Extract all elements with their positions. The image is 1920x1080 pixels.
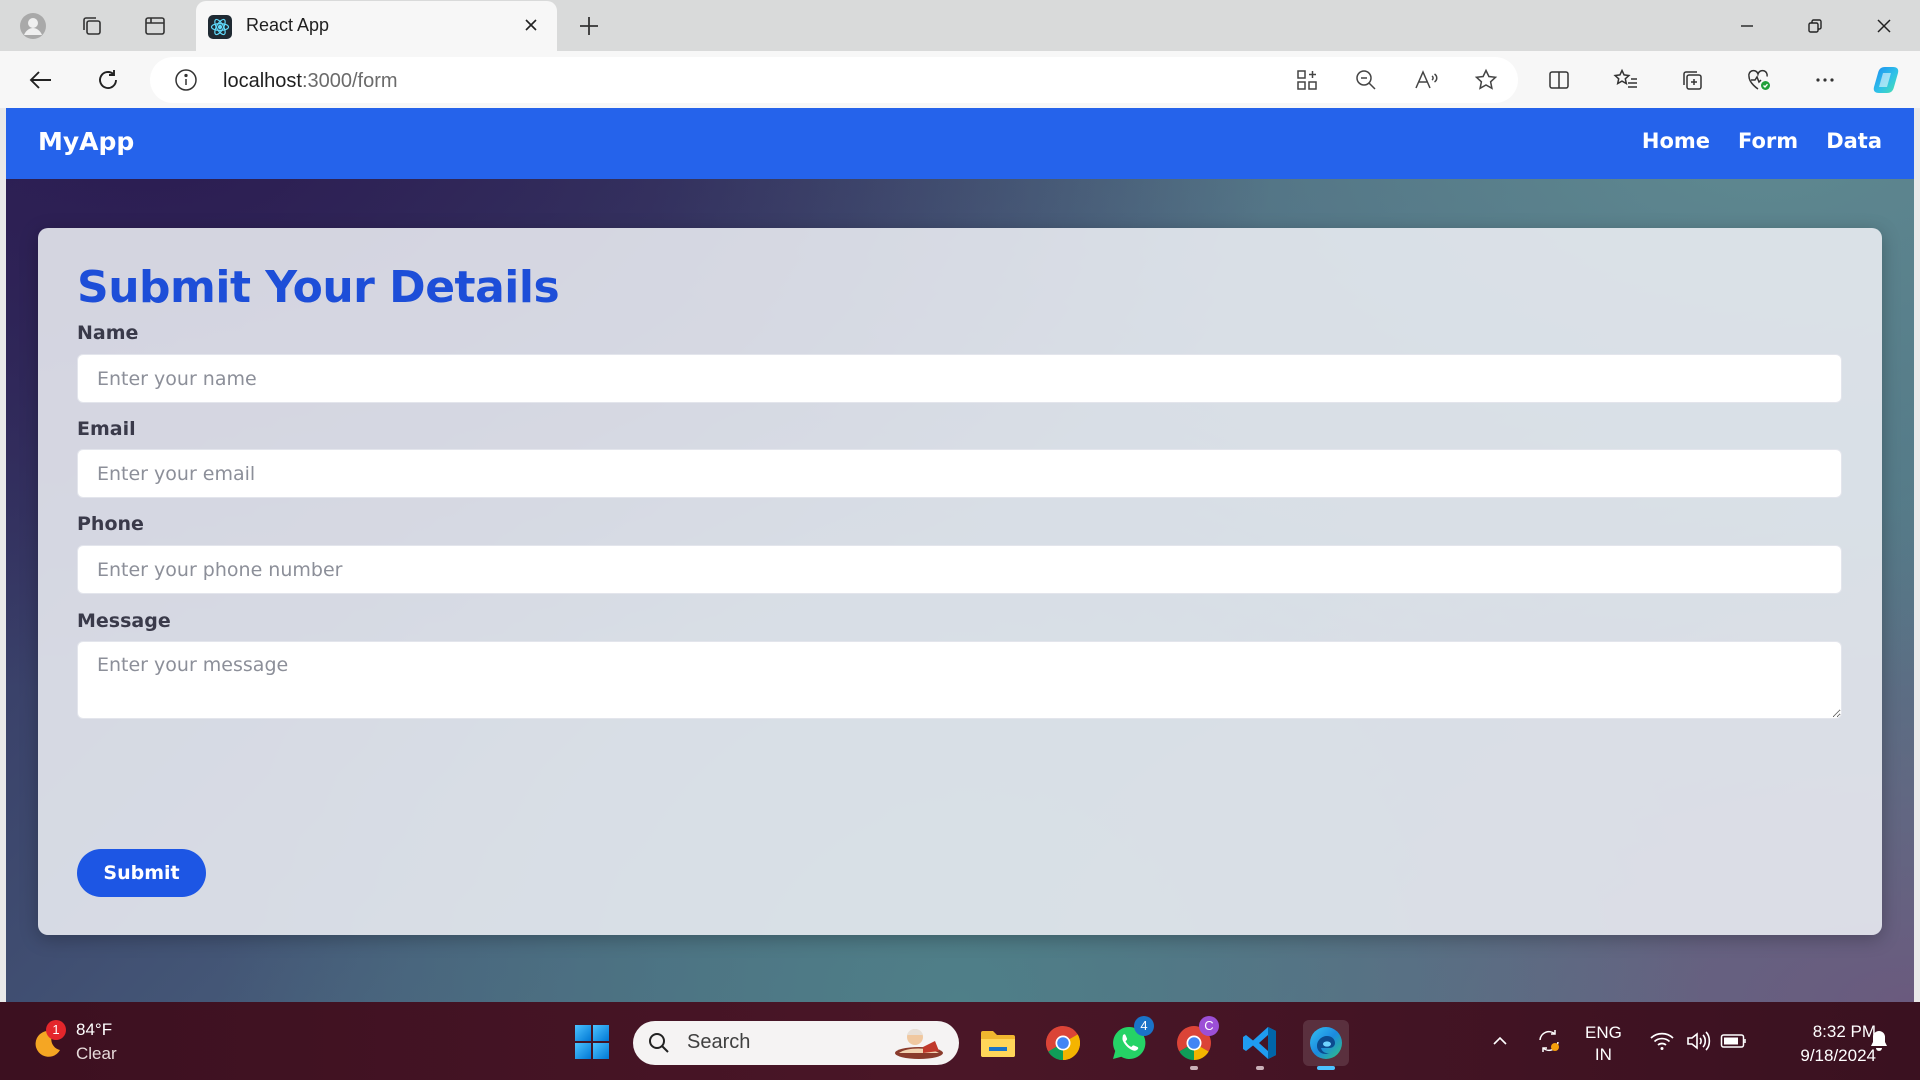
profile-avatar-icon[interactable]: [15, 8, 51, 44]
search-highlight-icon: [895, 1029, 943, 1059]
active-indicator: [1317, 1066, 1335, 1070]
zoom-out-icon[interactable]: [1347, 61, 1385, 99]
language-indicator[interactable]: ENG IN: [1585, 1022, 1622, 1066]
react-logo-icon: [208, 15, 232, 39]
running-indicator: [1190, 1066, 1198, 1070]
minimize-icon[interactable]: [1725, 8, 1769, 44]
chrome-profile-icon[interactable]: C: [1171, 1016, 1219, 1070]
wifi-icon[interactable]: [1647, 1026, 1677, 1056]
site-info-icon[interactable]: [174, 68, 198, 92]
weather-temp: 84°F: [76, 1020, 113, 1039]
tab-react-app[interactable]: React App: [196, 1, 557, 51]
battery-icon[interactable]: [1719, 1026, 1749, 1056]
nav-link-home[interactable]: Home: [1642, 129, 1710, 153]
message-label: Message: [77, 610, 171, 632]
windows-start-icon[interactable]: [574, 1024, 610, 1060]
show-hidden-icons-chevron-icon[interactable]: [1485, 1026, 1515, 1056]
browser-toolbar: localhost:3000/form: [0, 51, 1920, 108]
region-code: IN: [1594, 1045, 1612, 1064]
new-tab-icon[interactable]: [571, 8, 607, 44]
address-bar[interactable]: localhost:3000/form: [150, 57, 1518, 103]
clock-time: 8:32 PM: [1812, 1022, 1876, 1041]
browser-tab-strip: React App: [0, 0, 1920, 51]
url-path: :3000/form: [301, 70, 398, 92]
favorite-star-icon[interactable]: [1467, 61, 1505, 99]
name-field[interactable]: [77, 354, 1842, 403]
favorites-list-icon[interactable]: [1607, 61, 1645, 99]
submit-button[interactable]: Submit: [77, 849, 206, 897]
url-host: localhost: [223, 70, 302, 92]
whatsapp-icon[interactable]: 4: [1106, 1016, 1154, 1066]
workspaces-icon[interactable]: [74, 8, 110, 44]
email-label: Email: [77, 418, 136, 440]
tab-close-icon[interactable]: [519, 13, 543, 37]
edge-icon[interactable]: [1303, 1020, 1349, 1070]
email-field[interactable]: [77, 449, 1842, 498]
weather-widget[interactable]: 1 84°F Clear: [26, 1016, 146, 1066]
phone-label: Phone: [77, 513, 144, 535]
running-indicator: [1256, 1066, 1264, 1070]
weather-badge: 1: [46, 1020, 66, 1040]
nav-links: Home Form Data: [1642, 129, 1882, 153]
weather-condition: Clear: [76, 1044, 117, 1063]
page-background: MyApp Home Form Data Submit Your Details…: [6, 108, 1914, 1002]
language-code: ENG: [1585, 1023, 1622, 1042]
system-clock[interactable]: 8:32 PM 9/18/2024: [1770, 1020, 1876, 1068]
name-label: Name: [77, 322, 139, 344]
address-url[interactable]: localhost:3000/form: [223, 70, 398, 93]
restore-icon[interactable]: [1793, 8, 1837, 44]
form-card: Submit Your Details Name Email Phone Mes…: [38, 228, 1882, 935]
file-explorer-icon[interactable]: [975, 1020, 1021, 1066]
app-navbar: MyApp Home Form Data: [6, 108, 1914, 179]
copilot-icon[interactable]: [1867, 61, 1905, 99]
search-label: Search: [687, 1031, 751, 1053]
phone-field[interactable]: [77, 545, 1842, 594]
message-textarea[interactable]: [77, 641, 1842, 719]
browser-essentials-icon[interactable]: [1740, 61, 1778, 99]
close-window-icon[interactable]: [1862, 8, 1906, 44]
windows-taskbar: 1 84°F Clear Search 4 C ENG IN 8:32 PM 9…: [0, 1002, 1920, 1080]
chrome-icon[interactable]: [1040, 1020, 1086, 1066]
app-brand[interactable]: MyApp: [38, 127, 134, 156]
app-available-icon[interactable]: [1288, 61, 1326, 99]
read-aloud-icon[interactable]: [1407, 61, 1445, 99]
collections-icon[interactable]: [1673, 61, 1711, 99]
tab-title: React App: [246, 15, 330, 35]
refresh-icon[interactable]: [89, 61, 127, 99]
chrome-profile-badge: C: [1199, 1016, 1219, 1036]
form-title: Submit Your Details: [77, 262, 560, 313]
vscode-icon[interactable]: [1237, 1020, 1283, 1070]
nav-link-data[interactable]: Data: [1826, 129, 1882, 153]
whatsapp-badge: 4: [1134, 1016, 1154, 1036]
split-screen-icon[interactable]: [1540, 61, 1578, 99]
volume-icon[interactable]: [1683, 1026, 1713, 1056]
search-icon: [649, 1033, 669, 1053]
taskbar-search[interactable]: Search: [633, 1021, 959, 1065]
clock-date: 9/18/2024: [1800, 1046, 1876, 1065]
back-arrow-icon[interactable]: [22, 61, 60, 99]
nav-link-form[interactable]: Form: [1738, 129, 1798, 153]
more-options-icon[interactable]: [1806, 61, 1844, 99]
tab-actions-icon[interactable]: [137, 8, 173, 44]
sync-status-icon[interactable]: [1534, 1026, 1564, 1056]
notification-bell-icon[interactable]: [1864, 1026, 1894, 1056]
